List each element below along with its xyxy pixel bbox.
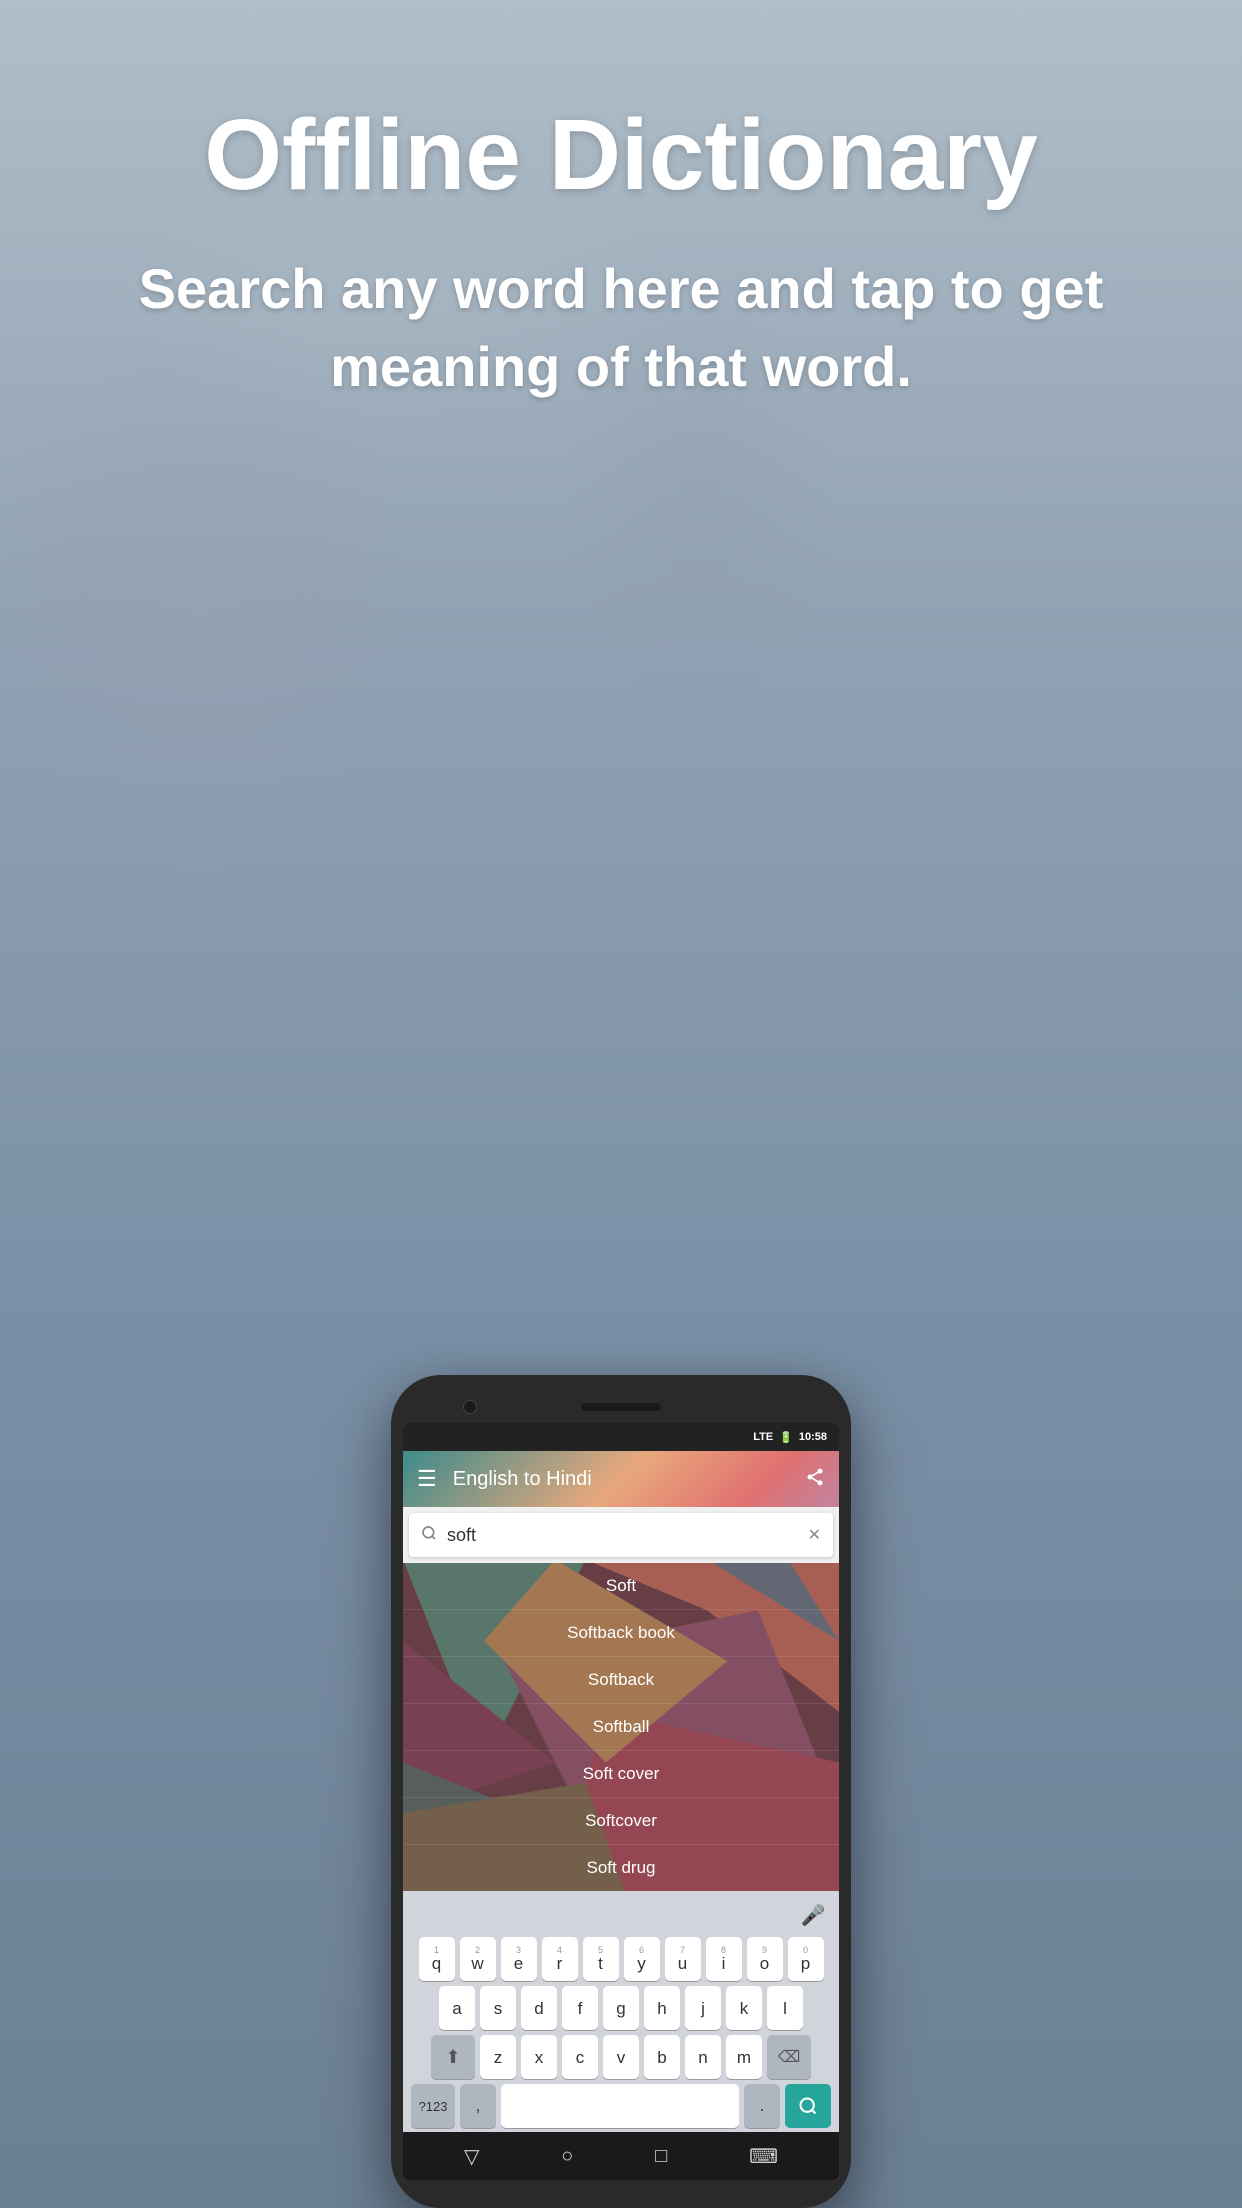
key-f[interactable]: f [562, 1986, 598, 2030]
keyboard-row-2: asdfghjkl [407, 1986, 835, 2030]
status-signal: LTE [753, 1431, 773, 1443]
result-item[interactable]: Soft drug [403, 1845, 839, 1891]
phone-screen: LTE 🔋 10:58 ☰ English to Hindi [403, 1423, 839, 2180]
clear-icon[interactable]: ✕ [808, 1525, 821, 1545]
key-b[interactable]: b [644, 2035, 680, 2079]
result-item[interactable]: Softback [403, 1657, 839, 1704]
status-battery: 🔋 [779, 1431, 793, 1444]
key-y[interactable]: 6y [624, 1937, 660, 1981]
key-l[interactable]: l [767, 1986, 803, 2030]
sub-title: Search any word here and tap to get mean… [60, 250, 1182, 407]
main-title: Offline Dictionary [60, 100, 1182, 210]
search-bar[interactable]: soft ✕ [409, 1513, 833, 1557]
result-item[interactable]: Soft [403, 1563, 839, 1610]
key-a[interactable]: a [439, 1986, 475, 2030]
comma-key[interactable]: , [460, 2084, 496, 2128]
key-d[interactable]: d [521, 1986, 557, 2030]
key-h[interactable]: h [644, 1986, 680, 2030]
mic-button[interactable]: 🎤 [795, 1897, 831, 1933]
keyboard-top-row: 🎤 [407, 1897, 835, 1933]
result-item[interactable]: Softcover [403, 1798, 839, 1845]
space-key[interactable] [501, 2084, 739, 2128]
key-m[interactable]: m [726, 2035, 762, 2079]
key-w[interactable]: 2w [460, 1937, 496, 1981]
period-key[interactable]: . [744, 2084, 780, 2128]
keyboard-row-3: ⬆ zxcvbnm ⌫ [407, 2035, 835, 2079]
key-r[interactable]: 4r [542, 1937, 578, 1981]
key-v[interactable]: v [603, 2035, 639, 2079]
key-g[interactable]: g [603, 1986, 639, 2030]
status-bar: LTE 🔋 10:58 [403, 1423, 839, 1451]
key-x[interactable]: x [521, 2035, 557, 2079]
key-j[interactable]: j [685, 1986, 721, 2030]
backspace-key[interactable]: ⌫ [767, 2035, 811, 2079]
key-u[interactable]: 7u [665, 1937, 701, 1981]
app-bar: ☰ English to Hindi [403, 1451, 839, 1507]
results-container: SoftSoftback bookSoftbackSoftballSoft co… [403, 1563, 839, 1891]
key-z[interactable]: z [480, 2035, 516, 2079]
phone-body: LTE 🔋 10:58 ☰ English to Hindi [391, 1375, 851, 2208]
keyboard-row-1: 1q2w3e4r5t6y7u8i9o0p [407, 1937, 835, 1981]
results-list: SoftSoftback bookSoftbackSoftballSoft co… [403, 1563, 839, 1891]
app-bar-title: English to Hindi [453, 1468, 805, 1491]
key-e[interactable]: 3e [501, 1937, 537, 1981]
key-p[interactable]: 0p [788, 1937, 824, 1981]
shift-key[interactable]: ⬆ [431, 2035, 475, 2079]
search-icon [421, 1525, 437, 1546]
keyboard[interactable]: 🎤 1q2w3e4r5t6y7u8i9o0p asdfghjkl ⬆ zxcvb… [403, 1891, 839, 2132]
nums-key[interactable]: ?123 [411, 2084, 455, 2128]
key-s[interactable]: s [480, 1986, 516, 2030]
keyboard-bottom-row: ?123 , . [407, 2084, 835, 2128]
phone-camera [463, 1400, 477, 1414]
keyboard-icon[interactable]: ⌨ [749, 2144, 778, 2169]
hamburger-icon[interactable]: ☰ [417, 1466, 437, 1492]
result-item[interactable]: Softback book [403, 1610, 839, 1657]
search-key[interactable] [785, 2084, 831, 2128]
key-t[interactable]: 5t [583, 1937, 619, 1981]
result-item[interactable]: Soft cover [403, 1751, 839, 1798]
phone-bottom [403, 2180, 839, 2196]
top-text-section: Offline Dictionary Search any word here … [0, 100, 1242, 407]
key-q[interactable]: 1q [419, 1937, 455, 1981]
search-input[interactable]: soft [447, 1525, 808, 1546]
phone-mockup: LTE 🔋 10:58 ☰ English to Hindi [391, 1375, 851, 2208]
home-icon[interactable]: ○ [561, 2145, 573, 2168]
phone-top [403, 1395, 839, 1423]
key-n[interactable]: n [685, 2035, 721, 2079]
key-c[interactable]: c [562, 2035, 598, 2079]
status-time: 10:58 [799, 1431, 827, 1443]
back-icon[interactable]: ▽ [464, 2144, 479, 2169]
phone-speaker [581, 1403, 661, 1411]
recent-icon[interactable]: □ [655, 2145, 667, 2168]
share-icon[interactable] [805, 1467, 825, 1492]
key-i[interactable]: 8i [706, 1937, 742, 1981]
result-item[interactable]: Softball [403, 1704, 839, 1751]
key-k[interactable]: k [726, 1986, 762, 2030]
nav-bar: ▽ ○ □ ⌨ [403, 2132, 839, 2180]
key-o[interactable]: 9o [747, 1937, 783, 1981]
